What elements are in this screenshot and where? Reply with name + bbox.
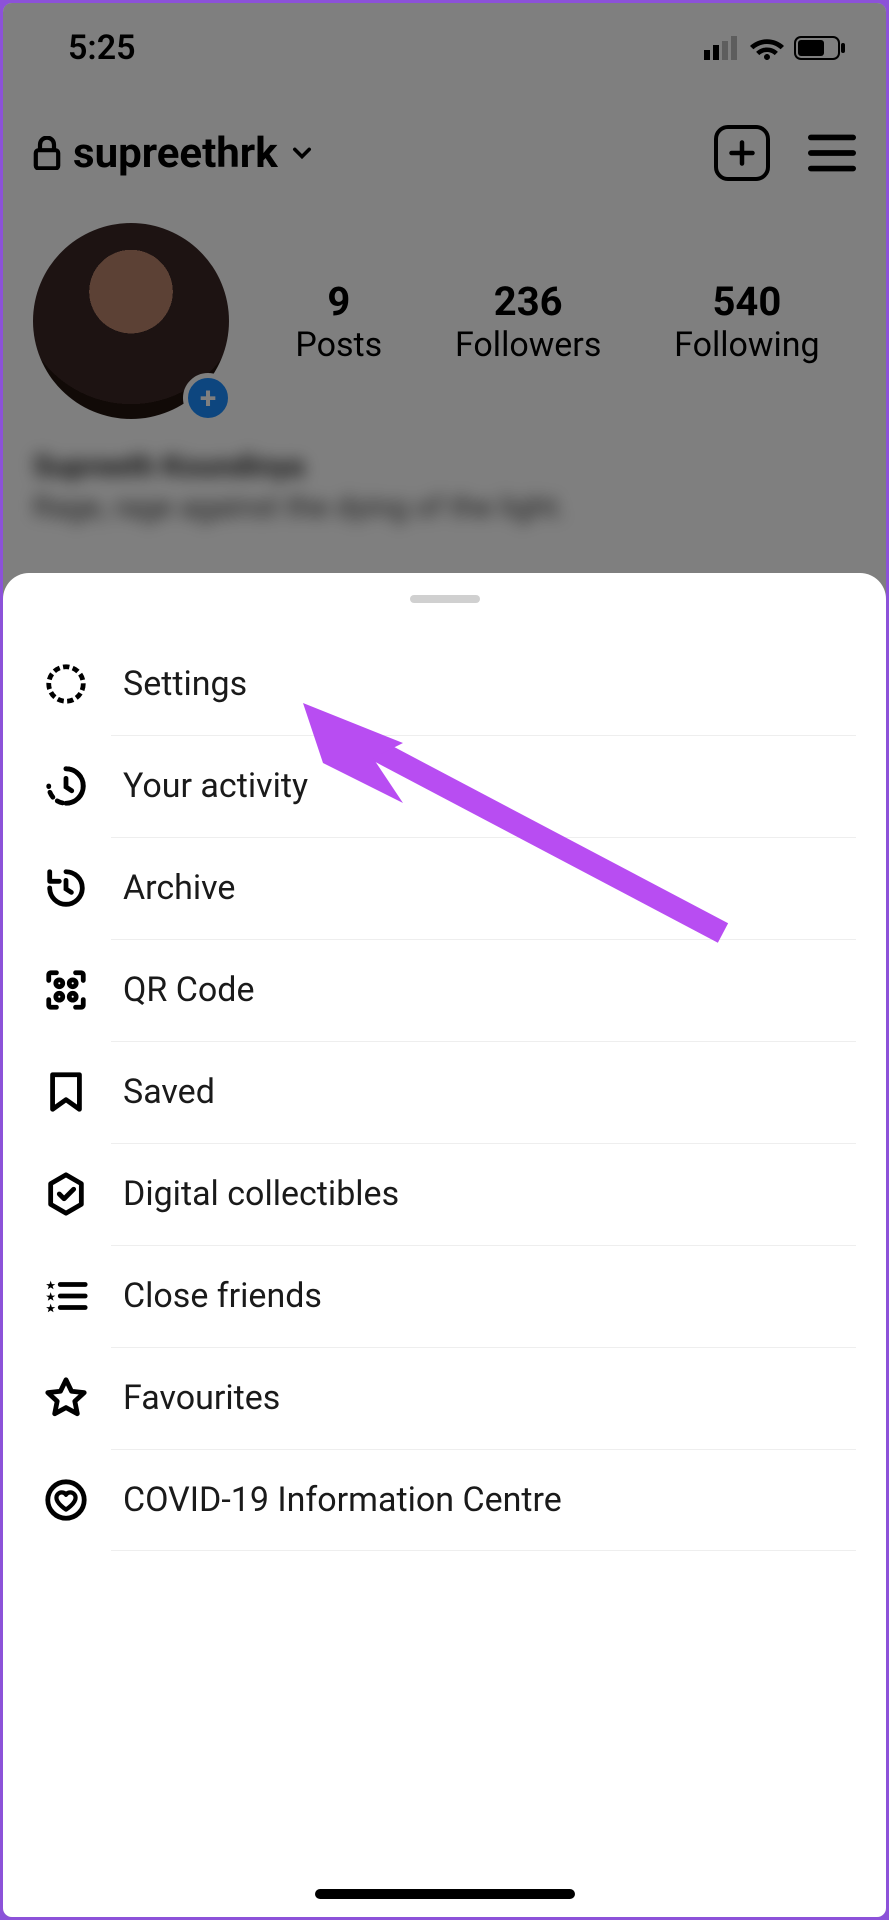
menu-item-favourites[interactable]: Favourites xyxy=(3,1347,886,1449)
close-friends-icon xyxy=(43,1273,89,1319)
menu-item-label: Your activity xyxy=(123,766,308,806)
collectibles-icon xyxy=(43,1171,89,1217)
bookmark-icon xyxy=(43,1069,89,1115)
heart-circle-icon xyxy=(43,1477,89,1523)
menu-item-label: Digital collectibles xyxy=(123,1174,399,1214)
menu-item-collectibles[interactable]: Digital collectibles xyxy=(3,1143,886,1245)
menu-item-label: QR Code xyxy=(123,970,255,1010)
phone-screen: 5:25 supreethrk + xyxy=(0,0,889,1920)
menu-item-label: COVID-19 Information Centre xyxy=(123,1480,562,1520)
menu-item-close-friends[interactable]: Close friends xyxy=(3,1245,886,1347)
menu-item-archive[interactable]: Archive xyxy=(3,837,886,939)
home-indicator[interactable] xyxy=(315,1889,575,1899)
star-icon xyxy=(43,1375,89,1421)
sheet-grabber[interactable] xyxy=(410,595,480,603)
menu-item-saved[interactable]: Saved xyxy=(3,1041,886,1143)
menu-item-qrcode[interactable]: QR Code xyxy=(3,939,886,1041)
menu-item-label: Archive xyxy=(123,868,235,908)
bottom-sheet: Settings Your activity Archive QR Code xyxy=(3,573,886,1917)
menu-item-covid[interactable]: COVID-19 Information Centre xyxy=(3,1449,886,1551)
menu-item-label: Settings xyxy=(123,664,247,704)
menu-list: Settings Your activity Archive QR Code xyxy=(3,633,886,1551)
menu-item-activity[interactable]: Your activity xyxy=(3,735,886,837)
archive-icon xyxy=(43,865,89,911)
menu-item-settings[interactable]: Settings xyxy=(3,633,886,735)
activity-icon xyxy=(43,763,89,809)
menu-item-label: Favourites xyxy=(123,1378,280,1418)
menu-item-label: Close friends xyxy=(123,1276,322,1316)
qr-code-icon xyxy=(43,967,89,1013)
menu-item-label: Saved xyxy=(123,1072,215,1112)
settings-icon xyxy=(43,661,89,707)
